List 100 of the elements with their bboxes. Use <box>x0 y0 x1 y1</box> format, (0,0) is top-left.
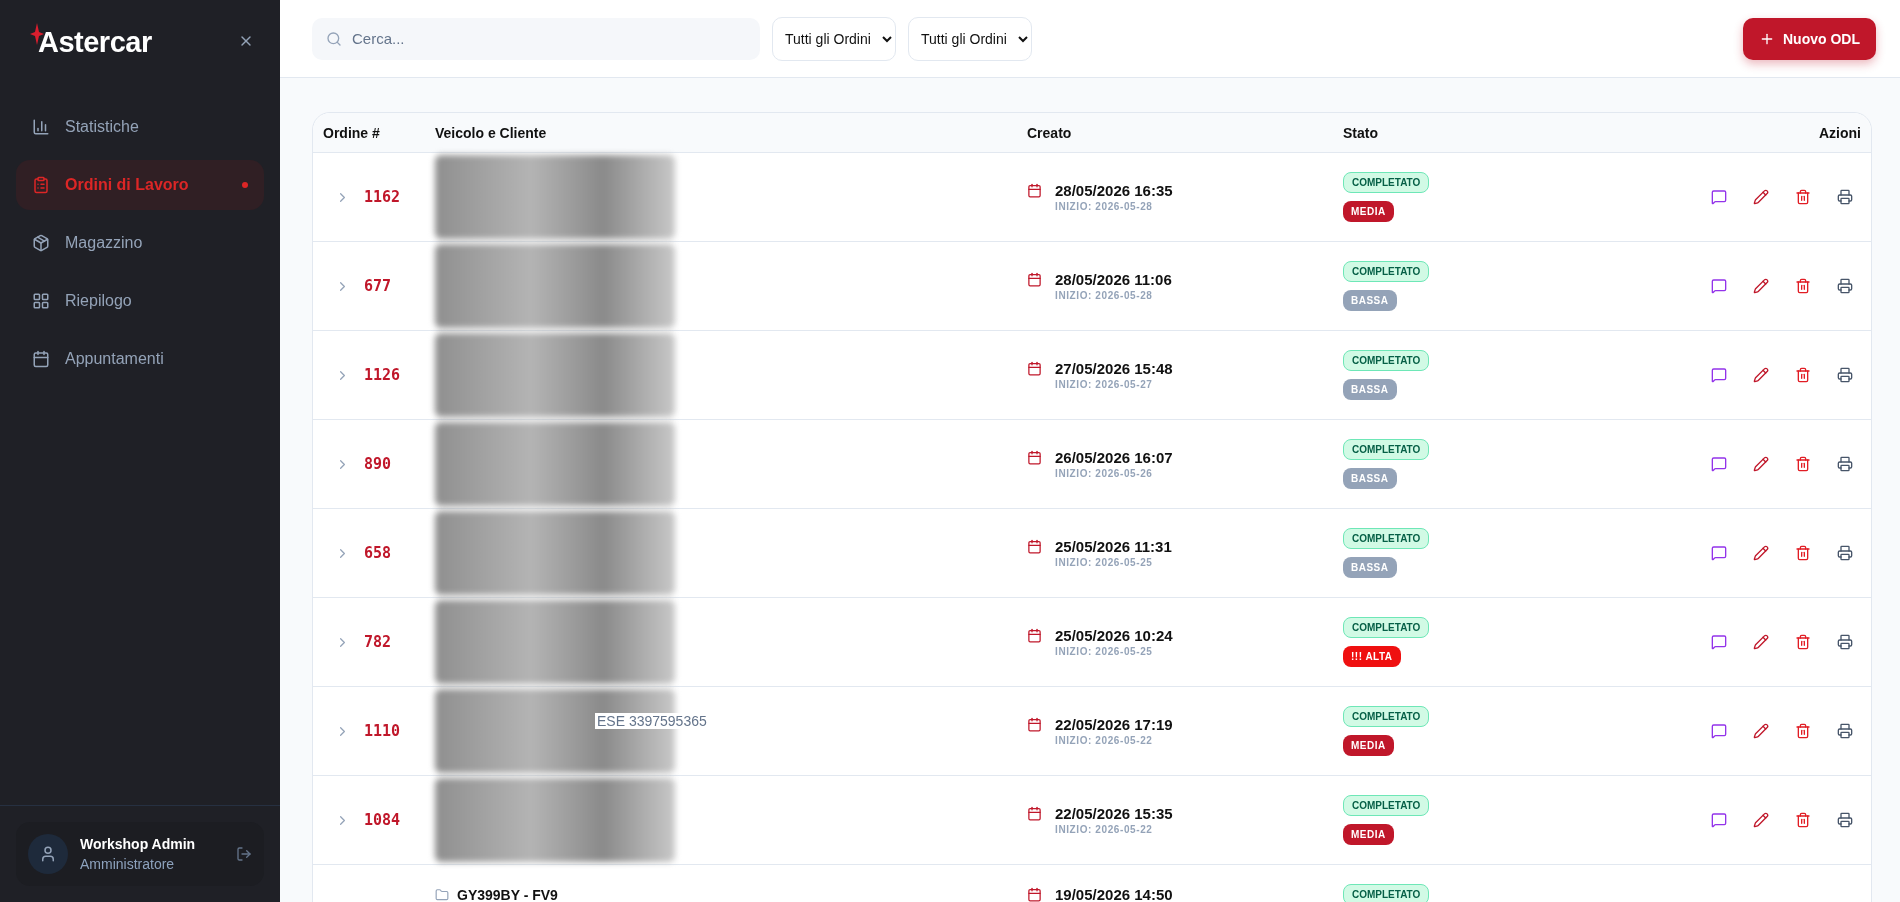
search-icon <box>326 30 342 47</box>
new-order-button[interactable]: Nuovo ODL <box>1743 17 1876 60</box>
print-icon[interactable] <box>1837 812 1853 828</box>
sidebar-item-label: Magazzino <box>65 234 144 252</box>
column-header: Stato <box>1343 124 1379 141</box>
comment-icon[interactable] <box>1711 634 1727 650</box>
folder-icon <box>435 887 449 902</box>
calendar-icon <box>1027 806 1042 821</box>
priority-tag: BASSA <box>1343 468 1397 489</box>
status-tag: COMPLETATO <box>1343 617 1430 638</box>
priority-tag: MEDIA <box>1343 824 1394 845</box>
delete-icon[interactable] <box>1795 278 1811 294</box>
status-tag: COMPLETATO <box>1343 706 1430 727</box>
column-header: Azioni <box>1818 124 1861 141</box>
created-date: 19/05/2026 14:50 <box>1055 886 1173 902</box>
print-icon[interactable] <box>1837 367 1853 383</box>
order-number: 1126 <box>364 366 401 384</box>
print-icon[interactable] <box>1837 278 1853 294</box>
delete-icon[interactable] <box>1795 634 1811 650</box>
sidebar-item[interactable]: Appuntamenti <box>16 334 264 384</box>
edit-icon[interactable] <box>1753 189 1769 205</box>
sidebar-item-label: Ordini di Lavoro <box>65 176 190 194</box>
comment-icon[interactable] <box>1711 278 1727 294</box>
sidebar-item[interactable]: Riepilogo <box>16 276 264 326</box>
order-number: 1110 <box>364 722 401 740</box>
start-date: INIZIO: 2026-05-28 <box>1055 290 1153 301</box>
comment-icon[interactable] <box>1711 545 1727 561</box>
calendar-icon <box>1027 539 1042 554</box>
created-date: 27/05/2026 15:48 <box>1055 360 1173 377</box>
edit-icon[interactable] <box>1753 367 1769 383</box>
status-tag: COMPLETATO <box>1343 439 1430 460</box>
sidebar-item[interactable]: Statistiche <box>16 102 264 152</box>
delete-icon[interactable] <box>1795 367 1811 383</box>
search-field[interactable]: Cerca... <box>312 17 760 60</box>
status-tag: COMPLETATO <box>1343 884 1430 902</box>
sidebar-item-label: Statistiche <box>65 118 140 136</box>
priority-tag: BASSA <box>1343 379 1397 400</box>
user-role: Amministratore <box>80 856 176 872</box>
print-icon[interactable] <box>1837 189 1853 205</box>
vehicle-plate: GY399BY - FV9 <box>457 886 558 902</box>
user-name: Workshop Admin <box>80 836 197 852</box>
calendar-icon <box>1027 628 1042 643</box>
delete-icon[interactable] <box>1795 812 1811 828</box>
filter-select[interactable]: Tutti gli Ordini <box>772 16 896 61</box>
sidebar-item[interactable]: Magazzino <box>16 218 264 268</box>
calendar-icon <box>1027 361 1042 376</box>
edit-icon[interactable] <box>1753 456 1769 472</box>
calendar-icon <box>1027 450 1042 465</box>
start-date: INIZIO: 2026-05-22 <box>1055 735 1153 746</box>
order-number: 782 <box>364 633 392 651</box>
created-date: 25/05/2026 10:24 <box>1055 627 1173 644</box>
order-number: 890 <box>364 455 392 473</box>
avatar <box>28 834 68 874</box>
edit-icon[interactable] <box>1753 723 1769 739</box>
grid-icon <box>32 292 50 310</box>
print-icon[interactable] <box>1837 545 1853 561</box>
edit-icon[interactable] <box>1753 634 1769 650</box>
start-date: INIZIO: 2026-05-25 <box>1055 646 1153 657</box>
sidebar-item-label: Riepilogo <box>65 292 133 310</box>
comment-icon[interactable] <box>1711 189 1727 205</box>
start-date: INIZIO: 2026-05-27 <box>1055 379 1153 390</box>
edit-icon[interactable] <box>1753 545 1769 561</box>
calendar-icon <box>1027 717 1042 732</box>
sidebar-item[interactable]: Ordini di Lavoro <box>16 160 264 210</box>
print-icon[interactable] <box>1837 456 1853 472</box>
active-dot <box>242 182 248 188</box>
delete-icon[interactable] <box>1795 456 1811 472</box>
order-number: 677 <box>364 277 392 295</box>
delete-icon[interactable] <box>1795 545 1811 561</box>
calendar-icon <box>1027 887 1042 902</box>
comment-icon[interactable] <box>1711 812 1727 828</box>
calendar-icon <box>1027 183 1042 198</box>
priority-tag: BASSA <box>1343 290 1397 311</box>
print-icon[interactable] <box>1837 723 1853 739</box>
edit-icon[interactable] <box>1753 278 1769 294</box>
start-date: INIZIO: 2026-05-22 <box>1055 824 1153 835</box>
order-number: 658 <box>364 544 392 562</box>
delete-icon[interactable] <box>1795 723 1811 739</box>
sidebar-item-label: Appuntamenti <box>65 350 165 368</box>
status-tag: COMPLETATO <box>1343 350 1430 371</box>
filter-select[interactable]: Tutti gli Ordini <box>908 16 1032 61</box>
logout-icon[interactable] <box>236 846 252 862</box>
phone-text: ESE 3397595365 <box>595 713 709 729</box>
status-tag: COMPLETATO <box>1343 795 1430 816</box>
brand-logo: Astercar <box>38 26 152 59</box>
column-header: Veicolo e Cliente <box>435 124 548 141</box>
start-date: INIZIO: 2026-05-28 <box>1055 201 1153 212</box>
comment-icon[interactable] <box>1711 367 1727 383</box>
comment-icon[interactable] <box>1711 723 1727 739</box>
bar-chart-icon <box>32 118 50 136</box>
status-tag: COMPLETATO <box>1343 261 1430 282</box>
created-date: 22/05/2026 17:19 <box>1055 716 1173 733</box>
delete-icon[interactable] <box>1795 189 1811 205</box>
order-number: 1084 <box>364 811 401 829</box>
print-icon[interactable] <box>1837 634 1853 650</box>
column-header: Ordine # <box>323 124 381 141</box>
comment-icon[interactable] <box>1711 456 1727 472</box>
priority-tag: MEDIA <box>1343 735 1394 756</box>
edit-icon[interactable] <box>1753 812 1769 828</box>
created-date: 28/05/2026 11:06 <box>1055 271 1172 288</box>
